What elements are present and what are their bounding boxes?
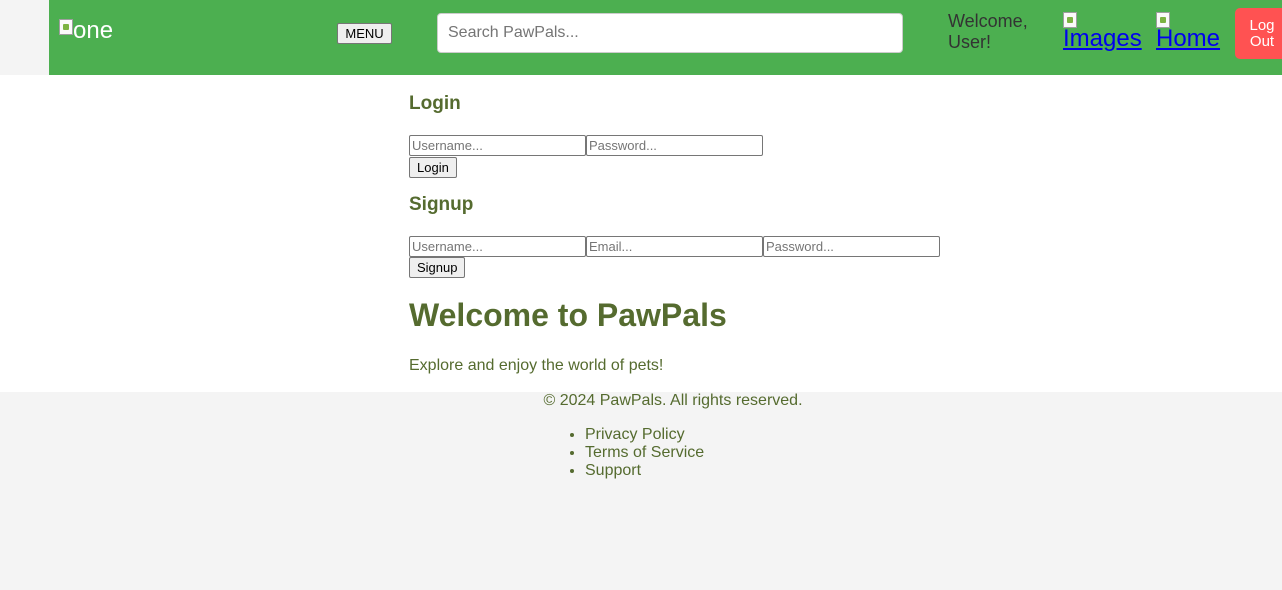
footer-link-support[interactable]: Support [585,462,704,480]
footer-links: Privacy Policy Terms of Service Support [585,426,704,480]
login-title: Login [409,93,461,114]
signup-title: Signup [409,194,474,215]
hero-text: Explore and enjoy the world of pets! [409,357,664,374]
broken-image-icon [1156,12,1170,28]
signup-email-input[interactable] [586,236,763,257]
login-password-input[interactable] [586,135,763,156]
signup-username-input[interactable] [409,236,586,257]
main-content: Login Login Signup Signup Welcome to Paw… [0,75,1282,392]
signup-password-input[interactable] [763,236,940,257]
nav-link-images[interactable]: Images [1063,12,1142,52]
logout-button[interactable]: Log Out [1235,8,1282,59]
login-username-input[interactable] [409,135,586,156]
logo[interactable]: one [59,17,113,45]
broken-image-icon [59,19,73,35]
site-header: one MENU Welcome, User! Images Home Log … [49,0,1282,75]
signup-button[interactable]: Signup [409,257,466,278]
welcome-message: Welcome, User! [948,11,1028,52]
logo-alt-text: one [73,17,114,44]
menu-button[interactable]: MENU [337,23,392,44]
footer-link-terms[interactable]: Terms of Service [585,444,704,462]
login-button[interactable]: Login [409,157,457,178]
nav-link-home-label: Home [1156,25,1221,52]
footer-copyright: © 2024 PawPals. All rights reserved. [543,392,803,409]
search-input[interactable] [437,13,903,53]
footer-link-privacy[interactable]: Privacy Policy [585,426,704,444]
nav-link-home[interactable]: Home [1156,12,1220,52]
broken-image-icon [1063,12,1077,28]
page-title: Welcome to PawPals [409,297,727,333]
nav-link-images-label: Images [1063,25,1142,52]
